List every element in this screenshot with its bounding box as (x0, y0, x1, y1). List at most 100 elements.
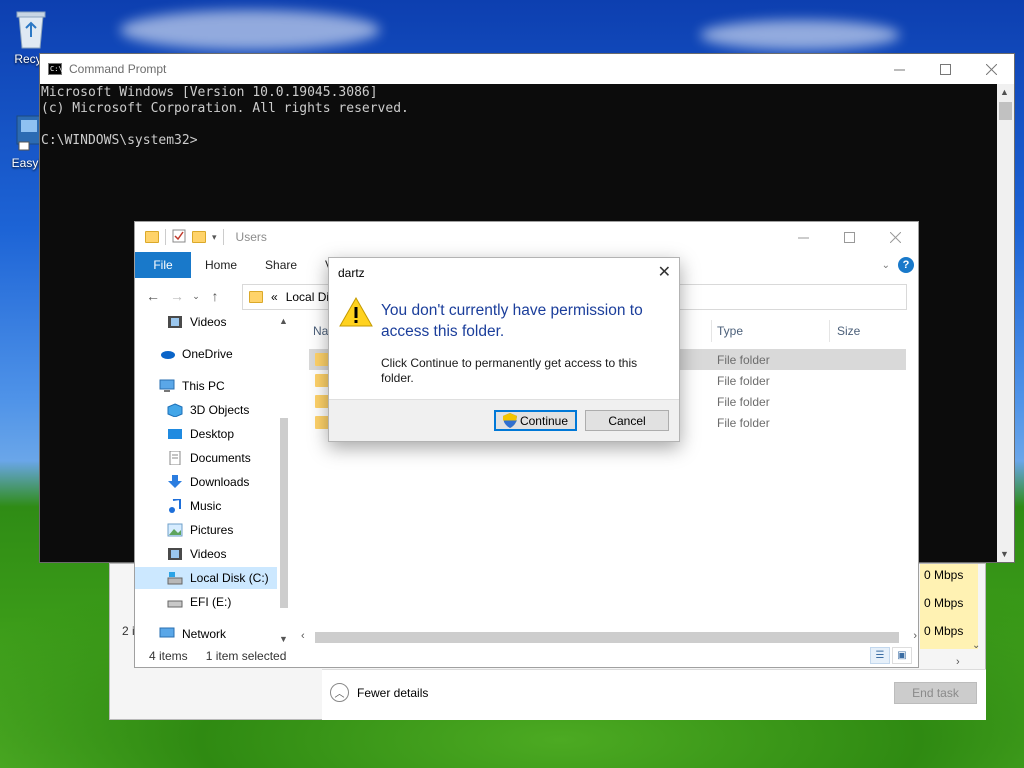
cancel-button[interactable]: Cancel (585, 410, 669, 431)
divider (829, 320, 830, 342)
column-name[interactable]: Na (313, 324, 328, 338)
scroll-thumb[interactable] (999, 102, 1012, 120)
task-manager-footer: ︿ Fewer details End task (322, 669, 986, 720)
nav-item-label: Videos (190, 315, 227, 329)
nav-item-this-pc[interactable]: This PC (159, 375, 225, 397)
nav-item-label: Network (182, 627, 227, 641)
continue-button[interactable]: Continue (494, 410, 577, 431)
scroll-down-icon[interactable]: ▼ (279, 634, 288, 644)
expand-ribbon-icon[interactable]: ⌄ (882, 260, 890, 271)
dialog-title: dartz (338, 266, 365, 280)
maximize-button[interactable] (922, 54, 968, 84)
file-tab[interactable]: File (135, 252, 191, 278)
details-view-icon[interactable]: ☰ (870, 647, 890, 664)
nav-item-documents[interactable]: Documents (167, 447, 251, 469)
column-size[interactable]: Size (837, 324, 860, 338)
file-type: File folder (717, 352, 770, 367)
scroll-thumb[interactable] (280, 418, 288, 608)
explorer-title: Users (235, 230, 267, 244)
nav-item-label: Videos (190, 547, 227, 561)
up-arrow-icon[interactable]: ↑ (203, 288, 227, 304)
nav-item-network[interactable]: Network (159, 623, 226, 645)
minimize-button[interactable] (780, 222, 826, 252)
console-line: Microsoft Windows [Version 10.0.19045.30… (41, 85, 378, 100)
recycle-bin-icon (13, 8, 49, 49)
folder-icon (145, 231, 159, 243)
scroll-down-icon[interactable]: ⌄ (972, 640, 980, 651)
dialog-button-bar: Continue Cancel (329, 399, 679, 441)
computer-icon (159, 379, 175, 393)
fewer-details-label: Fewer details (357, 685, 429, 700)
desktop-icon (167, 427, 183, 441)
recent-locations-icon[interactable]: ⌄ (189, 291, 203, 302)
help-icon[interactable]: ? (898, 257, 914, 273)
continue-label: Continue (519, 413, 569, 428)
nav-item-pictures[interactable]: Pictures (167, 519, 233, 541)
close-button[interactable] (872, 222, 918, 252)
console-scrollbar[interactable]: ▲ ▼ (997, 84, 1014, 562)
nav-item-onedrive[interactable]: OneDrive (159, 343, 233, 365)
video-icon (167, 547, 183, 561)
music-icon (167, 497, 183, 513)
column-type[interactable]: Type (717, 324, 743, 338)
cmd-title: Command Prompt (69, 62, 167, 76)
scroll-right-icon[interactable]: › (956, 656, 960, 668)
nav-item-efi[interactable]: EFI (E:) (167, 591, 231, 613)
nav-item-videos[interactable]: Videos (167, 314, 226, 333)
nav-item-desktop[interactable]: Desktop (167, 423, 234, 445)
divider (222, 229, 224, 245)
back-arrow-icon[interactable]: ← (141, 288, 165, 304)
warning-icon (339, 296, 373, 331)
close-button[interactable] (968, 54, 1014, 84)
breadcrumb-overflow[interactable]: « (271, 290, 278, 304)
share-tab[interactable]: Share (251, 258, 311, 272)
large-icons-view-icon[interactable]: ▣ (892, 647, 912, 664)
permission-dialog: dartz ✕ You don't currently have permiss… (328, 257, 680, 442)
minimize-button[interactable] (876, 54, 922, 84)
cube-icon (167, 403, 183, 418)
file-type: File folder (717, 394, 770, 409)
nav-item-label: Music (190, 499, 222, 513)
network-speed-2: 0 Mbps (924, 596, 964, 610)
nav-item-label: Downloads (190, 475, 250, 489)
explorer-titlebar[interactable]: ▾ Users (135, 222, 918, 252)
nav-item-music[interactable]: Music (167, 495, 221, 517)
navigation-pane[interactable]: Videos OneDrive This PC 3D Objects Deskt… (135, 314, 291, 646)
close-icon[interactable]: ✕ (658, 262, 671, 282)
nav-item-videos[interactable]: Videos (167, 543, 226, 565)
nav-item-label: OneDrive (182, 347, 233, 361)
nav-item-label: Desktop (190, 427, 235, 441)
scroll-up-icon[interactable]: ▲ (1000, 87, 1009, 97)
nav-item-label: 3D Objects (190, 403, 250, 417)
status-bar: 4 items 1 item selected ☰ ▣ (135, 645, 918, 667)
end-task-button[interactable]: End task (894, 682, 977, 704)
maximize-button[interactable] (826, 222, 872, 252)
scroll-right-icon[interactable]: › (913, 630, 917, 642)
file-type: File folder (717, 373, 770, 388)
chevron-up-icon: ︿ (330, 683, 349, 702)
properties-icon[interactable] (172, 229, 186, 246)
nav-item-label: Documents (190, 451, 251, 465)
divider (165, 229, 166, 245)
network-speed-1: 0 Mbps (924, 568, 964, 582)
scroll-left-icon[interactable]: ‹ (301, 630, 305, 642)
console-prompt: C:\WINDOWS\system32> (41, 133, 198, 148)
fewer-details-button[interactable]: ︿ Fewer details (330, 683, 428, 702)
nav-item-local-disk[interactable]: Local Disk (C:) (135, 567, 277, 589)
forward-arrow-icon[interactable]: → (165, 288, 189, 304)
nav-item-3d-objects[interactable]: 3D Objects (167, 399, 249, 421)
navigation-scrollbar[interactable]: ▲ ▼ (277, 314, 291, 646)
horizontal-scrollbar[interactable]: ‹ › (299, 629, 919, 646)
scroll-down-icon[interactable]: ▼ (1000, 549, 1009, 559)
network-speed-3: 0 Mbps (924, 624, 964, 638)
scroll-up-icon[interactable]: ▲ (279, 316, 288, 326)
drive-icon (167, 571, 183, 585)
new-folder-icon[interactable] (192, 231, 206, 243)
scroll-thumb[interactable] (315, 632, 899, 643)
customize-toolbar-icon[interactable]: ▾ (212, 232, 217, 243)
home-tab[interactable]: Home (191, 258, 251, 272)
drive-icon (167, 595, 183, 609)
nav-item-downloads[interactable]: Downloads (167, 471, 249, 493)
cmd-titlebar[interactable]: C:\ Command Prompt (40, 54, 1014, 84)
